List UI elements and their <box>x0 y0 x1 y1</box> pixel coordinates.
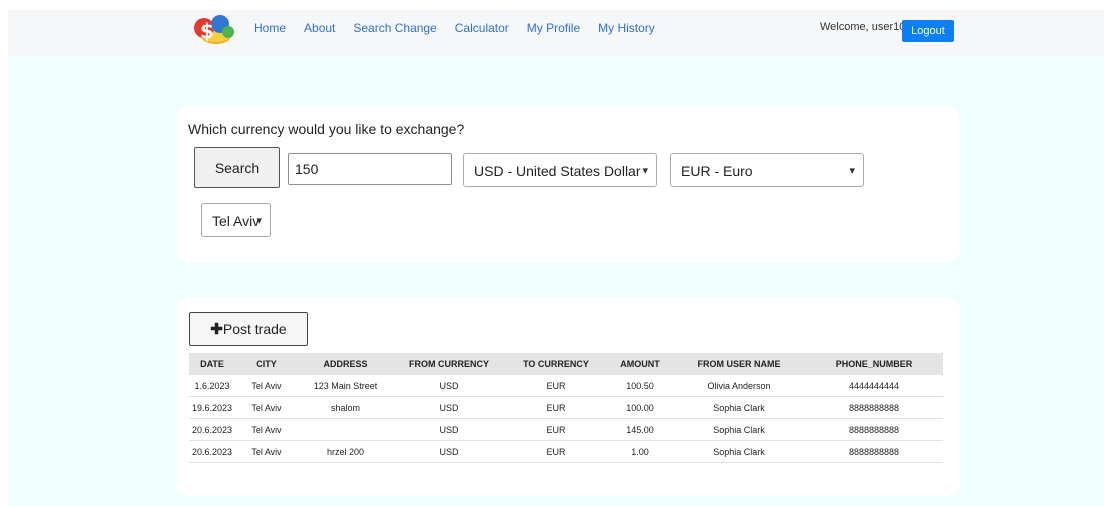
cell-from-currency: USD <box>393 375 505 397</box>
header-amount: AMOUNT <box>607 353 673 375</box>
from-currency-select[interactable]: USD - United States Dollar ▾ <box>463 153 657 187</box>
chevron-down-icon: ▾ <box>849 165 855 177</box>
exchange-question: Which currency would you like to exchang… <box>188 121 465 137</box>
nav-links: Home About Search Change Calculator My P… <box>254 20 673 36</box>
cell-phone: 8888888888 <box>805 396 943 419</box>
cell-amount: 100.00 <box>607 396 673 419</box>
header-address: ADDRESS <box>298 353 393 375</box>
cell-from-currency: USD <box>393 418 505 441</box>
cell-address <box>298 418 393 441</box>
logo-icon[interactable]: $ <box>190 14 238 48</box>
city-select[interactable]: Tel Aviv ▾ <box>201 203 271 237</box>
cell-phone: 4444444444 <box>805 375 943 397</box>
city-value: Tel Aviv <box>212 213 260 229</box>
trades-card: ✚Post trade DATE CITY ADDRESS FROM CURRE… <box>176 297 960 496</box>
logout-button[interactable]: Logout <box>902 20 954 42</box>
header-phone-number: PHONE_NUMBER <box>805 353 943 375</box>
nav-home-link[interactable]: Home <box>254 20 286 36</box>
nav-about-link[interactable]: About <box>304 20 335 36</box>
nav-calculator-link[interactable]: Calculator <box>455 20 509 36</box>
trades-table: DATE CITY ADDRESS FROM CURRENCY TO CURRE… <box>189 353 943 463</box>
cell-date: 20.6.2023 <box>189 440 235 463</box>
nav-my-profile-link[interactable]: My Profile <box>527 20 580 36</box>
cell-city: Tel Aviv <box>235 440 298 463</box>
cell-city: Tel Aviv <box>235 375 298 397</box>
header-city: CITY <box>235 353 298 375</box>
cell-phone: 8888888888 <box>805 440 943 463</box>
chevron-down-icon: ▾ <box>256 215 262 227</box>
cell-phone: 8888888888 <box>805 418 943 441</box>
cell-from-currency: USD <box>393 440 505 463</box>
cell-to-currency: EUR <box>505 396 607 419</box>
cell-date: 19.6.2023 <box>189 396 235 419</box>
table-row: 19.6.2023 Tel Aviv shalom USD EUR 100.00… <box>189 396 943 419</box>
cell-to-currency: EUR <box>505 440 607 463</box>
post-trade-label: Post trade <box>222 321 287 337</box>
cell-address: shalom <box>298 396 393 419</box>
cell-address: 123 Main Street <box>298 375 393 397</box>
header-from-user-name: FROM USER NAME <box>673 353 805 375</box>
cell-city: Tel Aviv <box>235 396 298 419</box>
amount-input[interactable] <box>288 153 452 185</box>
nav-my-history-link[interactable]: My History <box>598 20 655 36</box>
cell-amount: 1.00 <box>607 440 673 463</box>
cell-date: 20.6.2023 <box>189 418 235 441</box>
cell-amount: 100.50 <box>607 375 673 397</box>
post-trade-button[interactable]: ✚Post trade <box>189 312 308 346</box>
cell-to-currency: EUR <box>505 418 607 441</box>
header-from-currency: FROM CURRENCY <box>393 353 505 375</box>
cell-to-currency: EUR <box>505 375 607 397</box>
header-date: DATE <box>189 353 235 375</box>
chevron-down-icon: ▾ <box>642 165 648 177</box>
cell-city: Tel Aviv <box>235 418 298 441</box>
table-header-row: DATE CITY ADDRESS FROM CURRENCY TO CURRE… <box>189 353 943 375</box>
cell-user-name: Sophia Clark <box>673 440 805 463</box>
to-currency-select[interactable]: EUR - Euro ▾ <box>670 153 864 187</box>
search-card: Which currency would you like to exchang… <box>176 106 960 263</box>
cell-address: hrzel 200 <box>298 440 393 463</box>
to-currency-value: EUR - Euro <box>681 163 753 179</box>
cell-user-name: Olivia Anderson <box>673 375 805 397</box>
cell-from-currency: USD <box>393 396 505 419</box>
from-currency-value: USD - United States Dollar <box>474 163 641 179</box>
welcome-text: Welcome, user10! <box>820 21 906 33</box>
search-button[interactable]: Search <box>194 147 280 188</box>
cell-amount: 145.00 <box>607 418 673 441</box>
cell-date: 1.6.2023 <box>189 375 235 397</box>
nav-search-change-link[interactable]: Search Change <box>353 20 436 36</box>
svg-text:$: $ <box>200 19 214 43</box>
table-row: 1.6.2023 Tel Aviv 123 Main Street USD EU… <box>189 375 943 397</box>
header-to-currency: TO CURRENCY <box>505 353 607 375</box>
table-row: 20.6.2023 Tel Aviv hrzel 200 USD EUR 1.0… <box>189 440 943 463</box>
table-row: 20.6.2023 Tel Aviv USD EUR 145.00 Sophia… <box>189 418 943 441</box>
cell-user-name: Sophia Clark <box>673 396 805 419</box>
navbar: $ Home About Search Change Calculator My… <box>8 10 1104 56</box>
plus-icon: ✚ <box>210 321 223 338</box>
cell-user-name: Sophia Clark <box>673 418 805 441</box>
